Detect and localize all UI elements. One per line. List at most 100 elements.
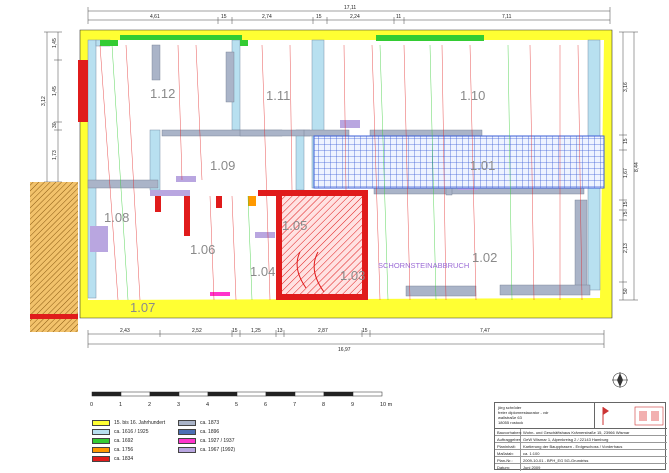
room-label: 1.06 — [190, 242, 215, 257]
legend-swatch — [92, 456, 110, 462]
neighbour-wall-red — [30, 314, 78, 319]
row-value: ca. 1:100 — [523, 451, 540, 456]
row-value: Wohn- und Geschäftshaus Krämerstraße 15,… — [523, 430, 630, 435]
grid-area-1-01 — [314, 136, 604, 188]
scale-bar-tick-label: 6 — [264, 402, 267, 408]
legend-swatch — [92, 438, 110, 444]
wall-1756 — [248, 196, 256, 206]
dim-left-seg: 1,73 — [52, 150, 58, 160]
legend-label: ca. 1967 (1992) — [200, 447, 236, 453]
row-key: Maßstab: — [495, 450, 521, 456]
scale-bar-segment — [120, 391, 151, 397]
dim-bottom-seg: 15 — [362, 328, 368, 334]
scale-bar-tick-label: 2 — [148, 402, 151, 408]
room-label: 1.11 — [266, 88, 290, 103]
dim-bottom-total: 16,97 — [338, 347, 351, 353]
legend-label: 15. bis 16. Jahrhundert — [114, 420, 166, 426]
legend-swatch — [92, 420, 110, 426]
legend-item: ca. 1896 — [178, 428, 219, 436]
scale-bar: 0 1 2 3 4 5 6 7 8 9 10 m — [90, 391, 393, 408]
scale-bar-segment — [91, 391, 122, 397]
dim-bottom-seg: 13 — [277, 328, 283, 334]
dim-left-seg: 1,45 — [52, 38, 58, 48]
title-block-row: Datum: Juni 2009 — [495, 464, 667, 471]
bottom-dimension-chain — [87, 330, 605, 348]
dim-right-seg: 75 — [623, 211, 629, 217]
legend-swatch — [92, 447, 110, 453]
scale-bar-segment — [149, 391, 180, 397]
legend-label: ca. 1896 — [200, 429, 220, 435]
dim-bottom-seg: 15 — [232, 328, 238, 334]
room-label: 1.09 — [210, 158, 235, 173]
scale-bar-segment — [207, 391, 238, 397]
dim-top-seg: 4,61 — [150, 14, 160, 20]
dim-left-seg: 1,45 — [52, 86, 58, 96]
legend-label: ca. 1616 / 1925 — [114, 429, 149, 435]
north-arrow-icon — [612, 372, 628, 388]
room-label: 1.12 — [150, 86, 175, 101]
scale-bar-tick-label: 7 — [293, 402, 296, 408]
row-key: Bauvorhaben: — [497, 429, 522, 435]
dim-bottom-seg: 2,43 — [120, 328, 130, 334]
scale-bar-segment — [323, 391, 354, 397]
title-block-row: Plan-Nr.: 2009-10-01 - BPH_EG 5G-Grundris… — [495, 457, 667, 464]
room-label: 1.08 — [104, 210, 129, 225]
legend-swatch — [92, 429, 110, 435]
dim-bottom-seg: 7,47 — [480, 328, 490, 334]
legend-label: ca. 1927 / 1937 — [200, 438, 235, 444]
row-value: 2009-10-01 - BPH_EG 5G-Grundriss — [523, 458, 589, 463]
legend-label: ca. 1834 — [114, 456, 134, 462]
scale-bar-segment — [236, 391, 267, 397]
mini-plan-icon — [602, 406, 664, 426]
legend: 15. bis 16. Jahrhundert ca. 1616 / 1925 … — [92, 419, 392, 471]
dim-right-seg: 1,67 — [623, 168, 629, 178]
scale-bar-segment — [294, 391, 325, 397]
dim-bottom-seg: 1,25 — [251, 328, 261, 334]
dim-left-seg: 30 — [52, 122, 58, 128]
dim-top-seg: 2,74 — [262, 14, 272, 20]
dim-top-seg: 11 — [396, 14, 401, 20]
legend-item: ca. 1616 / 1925 — [92, 428, 148, 436]
scale-bar-tick-label: 4 — [206, 402, 209, 408]
legend-item: ca. 1873 — [178, 419, 219, 427]
legend-item: 15. bis 16. Jahrhundert — [92, 419, 165, 427]
title-block: jörg schröder freier diplomrestaurator -… — [494, 402, 667, 471]
row-key: Planinhalt: — [495, 443, 521, 449]
firm-line: 18055 rostock — [498, 420, 524, 425]
dim-bottom-seg: 2,87 — [318, 328, 328, 334]
dim-top-seg: 15 — [221, 14, 227, 20]
title-block-row: Maßstab: ca. 1:100 — [495, 450, 667, 457]
scale-bar-tick-label: 8 — [322, 402, 325, 408]
room-label: 1.01 — [470, 158, 495, 173]
legend-swatch — [178, 447, 196, 453]
dim-right-seg: 50 — [623, 288, 629, 294]
title-block-logo — [595, 403, 667, 429]
room-label: 1.10 — [460, 88, 485, 103]
wall-1927 — [210, 292, 230, 296]
scale-bar-segment — [352, 391, 383, 397]
legend-item: ca. 1834 — [92, 455, 133, 463]
legend-label: ca. 1873 — [200, 420, 220, 426]
row-key: Datum: — [495, 464, 521, 471]
scale-bar-tick-label: 0 — [90, 402, 93, 408]
scale-bar-segment — [265, 391, 296, 397]
legend-item: ca. 1927 / 1937 — [178, 437, 234, 445]
row-key: Auftraggeber: — [497, 436, 522, 442]
neighbour-wall-hatch — [30, 182, 78, 332]
legend-swatch — [178, 420, 196, 426]
room-label: 1.04 — [250, 264, 275, 279]
dim-top-seg: 7,11 — [502, 14, 512, 20]
scale-bar-tick-label: 9 — [351, 402, 354, 408]
title-block-row: Planinhalt: Kartierung der Baupphasen - E… — [495, 443, 667, 450]
legend-label: ca. 1692 — [114, 438, 134, 444]
scale-bar-tick-label: 1 — [119, 402, 122, 408]
room-label: 1.05 — [282, 218, 307, 233]
scale-bar-tick-label: 3 — [177, 402, 180, 408]
legend-item: ca. 1756 — [92, 446, 133, 454]
legend-swatch — [178, 438, 196, 444]
legend-swatch — [178, 429, 196, 435]
title-block-firm: jörg schröder freier diplomrestaurator -… — [495, 403, 595, 429]
dim-right-seg: 3,16 — [623, 82, 629, 92]
title-block-row: Auftraggeber: GeW Wismar 1, Alpenkreisg 2… — [495, 436, 667, 443]
scale-bar-segment — [178, 391, 209, 397]
